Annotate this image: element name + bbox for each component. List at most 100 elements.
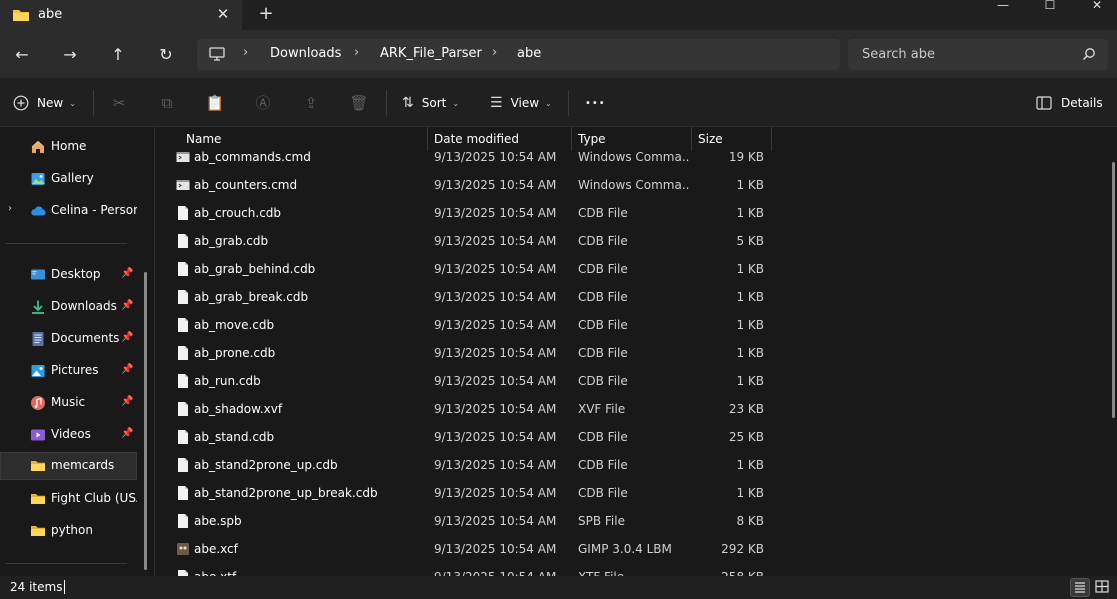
sidebar-scrollbar[interactable] — [144, 272, 147, 570]
tab-abe[interactable]: abe ✕ — [0, 0, 242, 30]
file-type: CDB File — [578, 346, 628, 360]
file-date: 9/13/2025 10:54 AM — [434, 206, 557, 220]
sidebar-item-home[interactable]: Home — [0, 133, 137, 161]
search-box[interactable] — [848, 39, 1108, 70]
refresh-button[interactable]: ↻ — [154, 42, 178, 66]
file-row[interactable]: ab_grab_break.cdb 9/13/2025 10:54 AM CDB F… — [156, 283, 772, 311]
view-button[interactable]: ☰ View ⌄ — [490, 92, 552, 114]
file-row[interactable]: ab_commands.cmd 9/13/2025 10:54 AM Windows… — [156, 143, 772, 171]
navigation-bar: ← → ↑ ↻ › Downloads › ARK_File_Parser › … — [0, 30, 1117, 78]
more-options-button[interactable]: ••• — [585, 92, 606, 114]
close-tab-icon[interactable]: ✕ — [214, 5, 232, 23]
new-button[interactable]: New ⌄ — [13, 92, 76, 114]
file-row[interactable]: abe.xcf 9/13/2025 10:54 AM GIMP 3.0.4 LBM 2… — [156, 535, 772, 563]
file-row[interactable]: ab_crouch.cdb 9/13/2025 10:54 AM CDB File 1… — [156, 199, 772, 227]
window-close-button[interactable]: ✕ — [1082, 0, 1112, 12]
tiles-view-button[interactable] — [1093, 578, 1113, 597]
sidebar-item-downloads[interactable]: Downloads 📌 — [0, 293, 137, 321]
sidebar-item-memcards[interactable]: memcards — [0, 452, 137, 480]
pin-icon[interactable]: 📌 — [121, 332, 133, 343]
file-size: 1 KB — [736, 346, 764, 360]
pin-icon[interactable]: 📌 — [121, 364, 133, 375]
pin-icon[interactable]: 📌 — [121, 300, 133, 311]
sidebar-item-gallery[interactable]: Gallery — [0, 165, 137, 193]
maximize-button[interactable]: ☐ — [1035, 0, 1065, 12]
chevron-down-icon: ⌄ — [452, 98, 460, 108]
divider — [93, 90, 94, 116]
chevron-down-icon: ⌄ — [545, 98, 552, 108]
file-date: 9/13/2025 10:54 AM — [434, 346, 557, 360]
file-name: ab_stand2prone_up.cdb — [194, 458, 338, 472]
file-row[interactable]: ab_stand2prone_up.cdb 9/13/2025 10:54 AM C… — [156, 451, 772, 479]
navigation-pane: Home Gallery › Celina - Personal Desktop… — [0, 127, 155, 576]
new-tab-button[interactable]: + — [256, 4, 276, 24]
file-row[interactable]: ab_prone.cdb 9/13/2025 10:54 AM CDB File 1 … — [156, 339, 772, 367]
file-icon — [178, 430, 188, 444]
file-type: CDB File — [578, 234, 628, 248]
details-label: Details — [1061, 96, 1103, 110]
onedrive-icon — [31, 206, 46, 216]
pictures-icon — [31, 365, 45, 377]
file-size: 1 KB — [736, 206, 764, 220]
up-button[interactable]: ↑ — [106, 42, 130, 66]
file-row[interactable]: ab_grab_behind.cdb 9/13/2025 10:54 AM CDB … — [156, 255, 772, 283]
file-icon — [178, 514, 188, 528]
file-name: ab_crouch.cdb — [194, 206, 282, 220]
file-date: 9/13/2025 10:54 AM — [434, 374, 557, 388]
pin-icon[interactable]: 📌 — [121, 268, 133, 279]
file-row[interactable]: ab_stand.cdb 9/13/2025 10:54 AM CDB File 25… — [156, 423, 772, 451]
sidebar-item-music[interactable]: Music 📌 — [0, 389, 137, 417]
sidebar-item-onedrive[interactable]: › Celina - Personal — [0, 197, 137, 225]
file-icon — [178, 402, 188, 416]
search-input[interactable] — [862, 45, 1082, 64]
back-button[interactable]: ← — [10, 42, 34, 66]
folder-icon — [31, 461, 45, 471]
sidebar-item-videos[interactable]: Videos 📌 — [0, 421, 137, 449]
file-row[interactable]: abe.spb 9/13/2025 10:54 AM SPB File 8 KB — [156, 507, 772, 535]
search-icon[interactable] — [1082, 47, 1096, 61]
file-name: ab_stand.cdb — [194, 430, 275, 444]
file-name: ab_move.cdb — [194, 318, 275, 332]
details-view-button[interactable] — [1070, 578, 1090, 597]
file-name: ab_commands.cmd — [194, 150, 311, 164]
file-row[interactable]: ab_stand2prone_up_break.cdb 9/13/2025 10:… — [156, 479, 772, 507]
file-date: 9/13/2025 10:54 AM — [434, 318, 557, 332]
sort-label: Sort — [421, 96, 447, 110]
chevron-right-icon[interactable]: › — [8, 203, 12, 214]
breadcrumb-separator: › — [243, 45, 249, 60]
file-row[interactable]: ab_counters.cmd 9/13/2025 10:54 AM Windows… — [156, 171, 772, 199]
sidebar-item-documents[interactable]: Documents 📌 — [0, 325, 137, 353]
sidebar-item-pictures[interactable]: Pictures 📌 — [0, 357, 137, 385]
file-name: ab_run.cdb — [194, 374, 261, 388]
file-date: 9/13/2025 10:54 AM — [434, 458, 557, 472]
sort-button[interactable]: ⇅ Sort ⌄ — [402, 92, 459, 114]
minimize-button[interactable]: — — [988, 0, 1018, 12]
file-list: Name ⌃ Date modified Type Size ab_comman… — [156, 127, 1117, 576]
pin-icon[interactable]: 📌 — [121, 428, 133, 439]
file-type: SPB File — [578, 514, 625, 528]
sidebar-item-python[interactable]: python — [0, 517, 137, 545]
breadcrumb-ark-file-parser[interactable]: ARK_File_Parser — [380, 46, 482, 61]
file-list-scrollbar[interactable] — [1112, 162, 1115, 418]
file-name: abe.xcf — [194, 542, 238, 556]
home-icon — [31, 140, 45, 153]
address-bar[interactable]: › Downloads › ARK_File_Parser › abe — [197, 39, 840, 70]
breadcrumb-abe[interactable]: abe — [517, 46, 541, 61]
file-row[interactable]: ab_shadow.xvf 9/13/2025 10:54 AM XVF File 2… — [156, 395, 772, 423]
cmd-file-icon — [176, 152, 190, 162]
file-row[interactable]: ab_grab.cdb 9/13/2025 10:54 AM CDB File 5 K… — [156, 227, 772, 255]
file-icon — [178, 486, 188, 500]
breadcrumb-downloads[interactable]: Downloads — [270, 46, 341, 61]
sidebar-item-fight-club[interactable]: Fight Club (USA) — [0, 485, 137, 513]
command-bar: New ⌄ ✂ ⧉ 📋 Ⓐ ⇪ 🗑 ⇅ Sort ⌄ ☰ View ⌄ ••• … — [0, 78, 1117, 127]
details-button[interactable]: Details — [1036, 92, 1103, 114]
videos-icon — [31, 429, 45, 441]
file-date: 9/13/2025 10:54 AM — [434, 514, 557, 528]
sidebar-item-desktop[interactable]: Desktop 📌 — [0, 261, 137, 289]
file-row[interactable]: ab_run.cdb 9/13/2025 10:54 AM CDB File 1 KB — [156, 367, 772, 395]
forward-button[interactable]: → — [58, 42, 82, 66]
file-icon — [178, 262, 188, 276]
pin-icon[interactable]: 📌 — [121, 396, 133, 407]
file-row[interactable]: abe.xtf9/13/2025 10:54 AMXTF File258 KB — [156, 563, 772, 576]
file-row[interactable]: ab_move.cdb 9/13/2025 10:54 AM CDB File 1 K… — [156, 311, 772, 339]
